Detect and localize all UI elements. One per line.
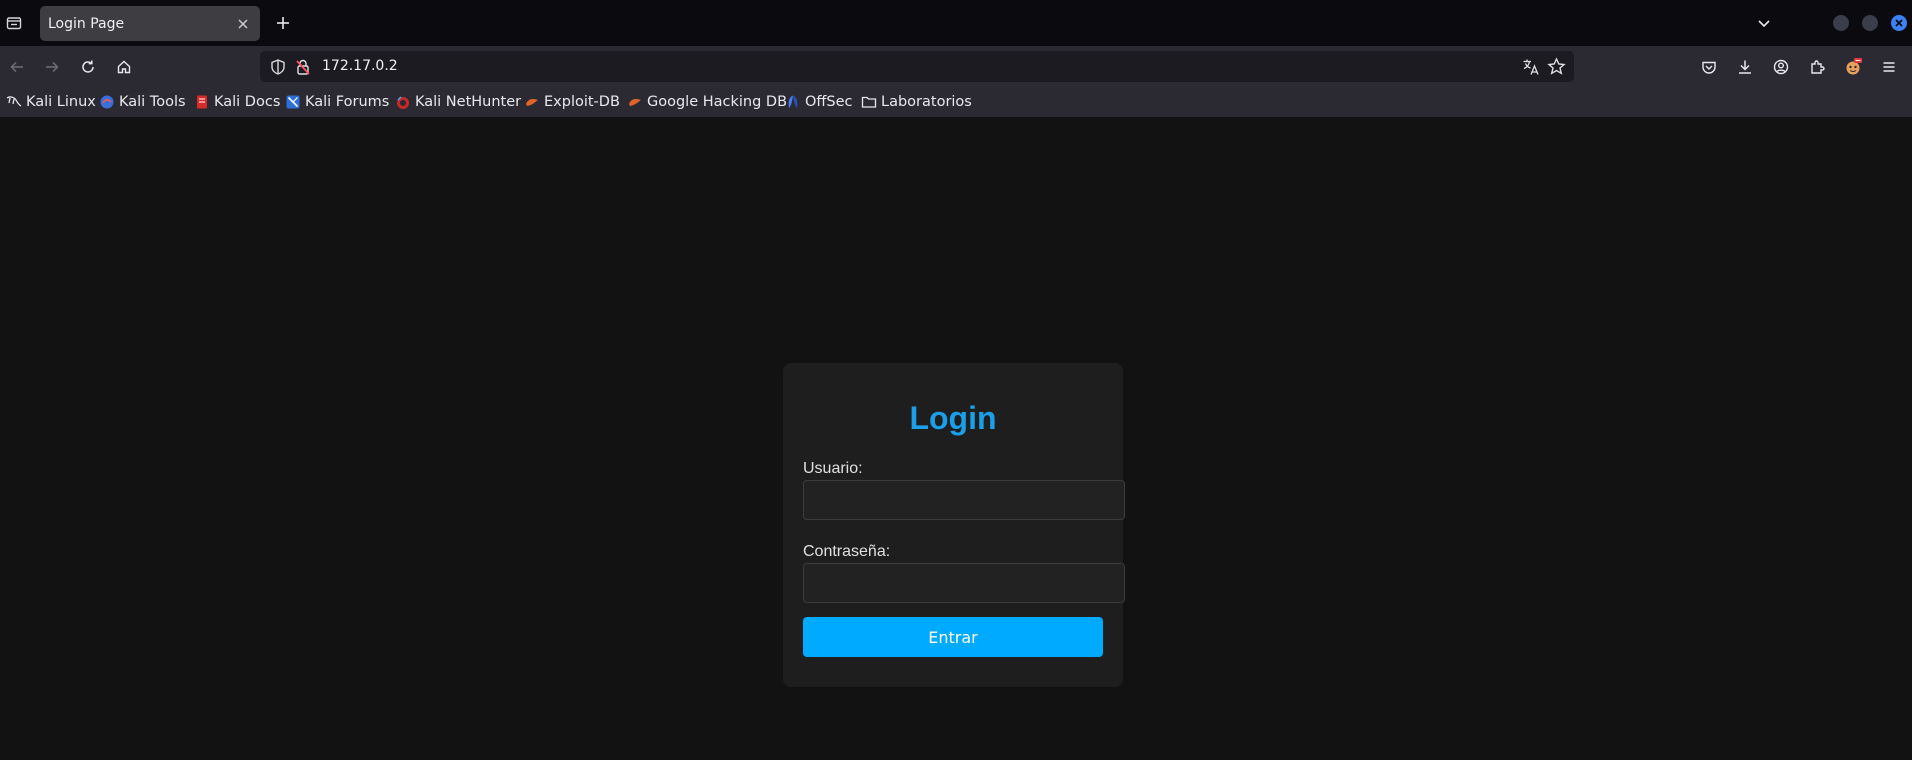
url-text[interactable]: 172.17.0.2 xyxy=(322,58,398,74)
reload-icon[interactable] xyxy=(77,56,99,78)
username-field[interactable] xyxy=(803,480,1125,520)
bookmark-item[interactable]: Kali NetHunter xyxy=(395,92,521,112)
bookmark-item[interactable]: OffSec xyxy=(785,92,853,112)
home-icon[interactable] xyxy=(113,56,135,78)
account-icon[interactable] xyxy=(1770,56,1792,78)
login-button[interactable]: Entrar xyxy=(803,617,1103,657)
bookmark-label: Kali Forums xyxy=(305,94,390,110)
extension-badge-icon[interactable] xyxy=(1842,56,1864,78)
navigation-toolbar: 172.17.0.2 xyxy=(0,46,1912,86)
kali-nethunter-icon xyxy=(395,94,411,110)
bookmark-label: Laboratorios xyxy=(881,94,972,110)
ghdb-icon xyxy=(627,94,643,110)
bookmark-item[interactable]: Google Hacking DB xyxy=(627,92,787,112)
kali-tools-icon xyxy=(99,94,115,110)
tracking-protection-shield-icon[interactable] xyxy=(269,58,287,76)
address-bar[interactable]: 172.17.0.2 xyxy=(260,51,1574,82)
maximize-button[interactable] xyxy=(1862,15,1878,31)
folder-icon xyxy=(861,94,877,110)
back-arrow-icon[interactable] xyxy=(6,56,28,78)
forward-arrow-icon[interactable] xyxy=(41,56,63,78)
exploit-db-icon xyxy=(524,94,540,110)
tab-active[interactable]: Login Page xyxy=(40,6,260,41)
bookmark-item[interactable]: Kali Tools xyxy=(99,92,186,112)
bookmark-item[interactable]: Laboratorios xyxy=(861,92,972,112)
kali-dragon-icon xyxy=(6,94,22,110)
bookmark-item[interactable]: Exploit-DB xyxy=(524,92,620,112)
bookmark-label: Kali NetHunter xyxy=(415,94,522,110)
tab-list-icon[interactable] xyxy=(3,12,25,34)
page-title: Login xyxy=(909,400,997,436)
new-tab-icon[interactable] xyxy=(272,12,294,34)
bookmark-label: Google Hacking DB xyxy=(647,94,788,110)
downloads-icon[interactable] xyxy=(1734,56,1756,78)
username-label: Usuario: xyxy=(803,460,863,477)
bookmark-label: Kali Linux xyxy=(26,94,96,110)
bookmark-star-icon[interactable] xyxy=(1547,57,1566,76)
chevron-down-icon[interactable] xyxy=(1753,12,1775,34)
extensions-icon[interactable] xyxy=(1806,56,1828,78)
insecure-lock-icon[interactable] xyxy=(294,58,312,76)
minimize-button[interactable] xyxy=(1833,15,1849,31)
window-close-button[interactable] xyxy=(1891,15,1907,31)
translate-icon[interactable] xyxy=(1522,58,1540,76)
bookmark-label: Kali Docs xyxy=(214,94,281,110)
pocket-icon[interactable] xyxy=(1698,56,1720,78)
bookmark-item[interactable]: Kali Forums xyxy=(285,92,389,112)
password-field[interactable] xyxy=(803,563,1125,603)
page-content: Login Usuario: Contraseña: Entrar xyxy=(0,117,1912,760)
menu-hamburger-icon[interactable] xyxy=(1878,56,1900,78)
bookmarks-toolbar: Kali Linux Kali Tools Kali Docs Kali For… xyxy=(0,86,1912,117)
bookmark-label: Exploit-DB xyxy=(544,94,620,110)
password-label: Contraseña: xyxy=(803,543,891,560)
close-tab-icon[interactable] xyxy=(234,15,252,33)
bookmark-label: Kali Tools xyxy=(119,94,186,110)
bookmark-item[interactable]: Kali Linux xyxy=(6,92,96,112)
kali-forums-icon xyxy=(285,94,301,110)
kali-docs-icon xyxy=(194,94,210,110)
bookmark-item[interactable]: Kali Docs xyxy=(194,92,280,112)
offsec-icon xyxy=(785,94,801,110)
login-form: Login Usuario: Contraseña: Entrar xyxy=(783,363,1125,687)
bookmark-label: OffSec xyxy=(805,94,853,110)
tab-strip: Login Page xyxy=(0,0,1912,46)
tab-title: Login Page xyxy=(48,15,125,32)
